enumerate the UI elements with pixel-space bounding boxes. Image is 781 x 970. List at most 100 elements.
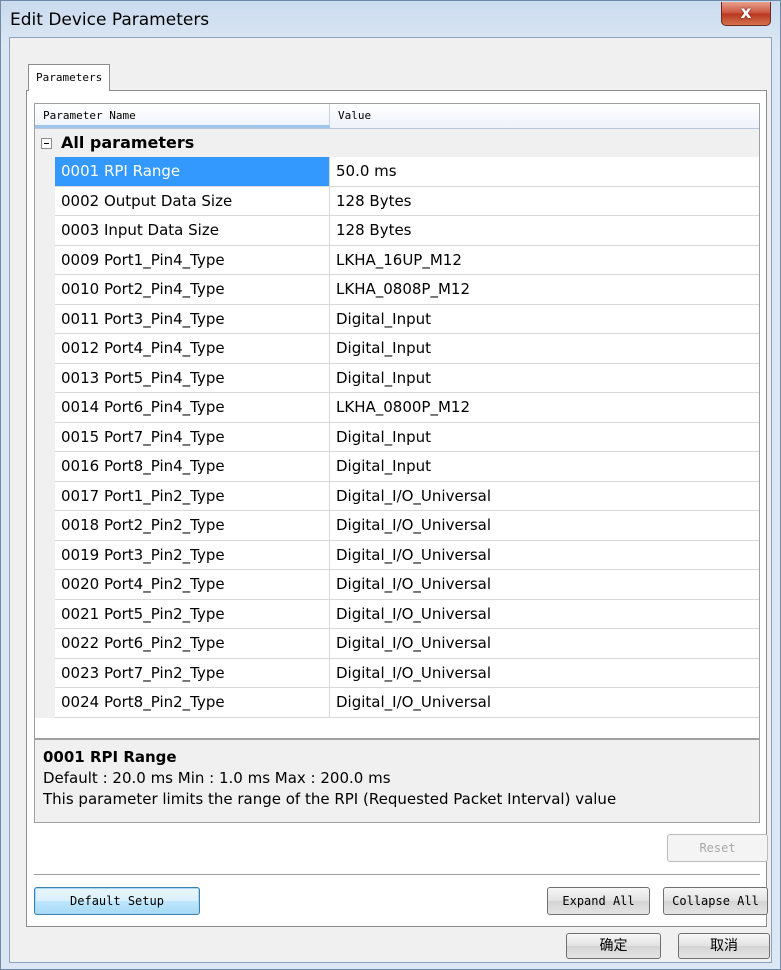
parameter-name-cell[interactable]: 0017 Port1_Pin2_Type [55,481,330,511]
description-text: This parameter limits the range of the R… [43,790,617,808]
parameter-name-cell[interactable]: 0014 Port6_Pin4_Type [55,393,330,423]
parameter-value-cell[interactable]: Digital_I/O_Universal [330,570,759,600]
group-row-all-parameters[interactable]: All parameters [35,129,759,157]
default-setup-button[interactable]: Default Setup [34,887,200,915]
row-gutter [35,186,55,216]
parameter-name-cell[interactable]: 0001 RPI Range [55,157,330,187]
grid-header: Parameter Name Value [35,104,759,129]
parameter-grid: Parameter Name Value All parameters 0001… [34,103,760,739]
collapse-all-button[interactable]: Collapse All [663,887,768,915]
table-row[interactable]: 0023 Port7_Pin2_Type Digital_I/O_Universa… [35,658,759,688]
parameter-value-cell[interactable]: Digital_Input [330,334,759,364]
parameter-value-cell[interactable]: LKHA_16UP_M12 [330,246,759,275]
row-gutter [35,481,55,511]
close-icon: x [740,3,752,23]
parameter-value-cell[interactable]: Digital_I/O_Universal [330,541,759,570]
expand-all-button[interactable]: Expand All [547,887,650,915]
table-row[interactable]: 0003 Input Data Size 128 Bytes [35,216,759,246]
table-row[interactable]: 0018 Port2_Pin2_Type Digital_I/O_Universa… [35,511,759,541]
row-gutter [35,452,55,482]
parameter-value-cell[interactable]: Digital_I/O_Universal [330,688,759,718]
table-row[interactable]: 0019 Port3_Pin2_Type Digital_I/O_Universa… [35,540,759,570]
row-gutter [35,157,55,187]
parameter-name-cell[interactable]: 0018 Port2_Pin2_Type [55,511,330,541]
row-gutter [35,599,55,629]
parameter-name-cell[interactable]: 0013 Port5_Pin4_Type [55,363,330,393]
parameter-value-cell[interactable]: 128 Bytes [330,216,759,246]
table-row[interactable]: 0016 Port8_Pin4_Type Digital_Input [35,452,759,482]
description-limits: Default : 20.0 ms Min : 1.0 ms Max : 200… [43,769,391,787]
table-row[interactable]: 0020 Port4_Pin2_Type Digital_I/O_Universa… [35,570,759,600]
row-gutter [35,570,55,600]
parameter-name-cell[interactable]: 0015 Port7_Pin4_Type [55,422,330,452]
parameter-value-cell[interactable]: Digital_Input [330,452,759,482]
separator [34,874,760,876]
title-bar[interactable]: Edit Device Parameters x [1,1,780,37]
description-title: 0001 RPI Range [43,748,177,766]
parameter-name-cell[interactable]: 0009 Port1_Pin4_Type [55,245,330,275]
parameter-name-cell[interactable]: 0016 Port8_Pin4_Type [55,452,330,482]
row-gutter [35,540,55,570]
ok-button[interactable]: 确定 [566,933,661,959]
parameter-value-cell[interactable]: Digital_I/O_Universal [330,482,759,511]
parameter-name-cell[interactable]: 0010 Port2_Pin4_Type [55,275,330,305]
row-gutter [35,422,55,452]
window-title: Edit Device Parameters [10,10,210,30]
column-header-value[interactable]: Value [330,104,759,128]
table-row[interactable]: 0014 Port6_Pin4_Type LKHA_0800P_M12 [35,393,759,423]
row-gutter [35,511,55,541]
parameter-rows: 0001 RPI Range 50.0 ms 0002 Output Data Si… [35,157,759,718]
table-row[interactable]: 0002 Output Data Size 128 Bytes [35,186,759,216]
row-gutter [35,393,55,423]
tab-parameters[interactable]: Parameters [28,64,111,91]
parameter-value-cell[interactable]: LKHA_0800P_M12 [330,393,759,423]
table-row[interactable]: 0011 Port3_Pin4_Type Digital_Input [35,304,759,334]
column-header-parameter-name[interactable]: Parameter Name [35,104,330,128]
collapse-minus-icon[interactable] [41,138,52,149]
parameter-value-cell[interactable]: Digital_I/O_Universal [330,629,759,659]
table-row[interactable]: 0015 Port7_Pin4_Type Digital_Input [35,422,759,452]
table-row[interactable]: 0012 Port4_Pin4_Type Digital_Input [35,334,759,364]
parameter-value-cell[interactable]: Digital_I/O_Universal [330,600,759,629]
parameter-value-cell[interactable]: Digital_Input [330,364,759,393]
parameter-value-cell[interactable]: 50.0 ms [330,157,759,187]
parameter-name-cell[interactable]: 0003 Input Data Size [55,216,330,246]
table-row[interactable]: 0001 RPI Range 50.0 ms [35,157,759,187]
parameter-name-cell[interactable]: 0024 Port8_Pin2_Type [55,688,330,718]
table-row[interactable]: 0017 Port1_Pin2_Type Digital_I/O_Universa… [35,481,759,511]
description-panel: 0001 RPI Range Default : 20.0 ms Min : 1… [34,739,760,823]
row-gutter [35,275,55,305]
row-gutter [35,688,55,718]
table-row[interactable]: 0010 Port2_Pin4_Type LKHA_0808P_M12 [35,275,759,305]
parameter-name-cell[interactable]: 0023 Port7_Pin2_Type [55,658,330,688]
parameter-value-cell[interactable]: Digital_I/O_Universal [330,659,759,688]
table-row[interactable]: 0024 Port8_Pin2_Type Digital_I/O_Universa… [35,688,759,718]
parameter-name-cell[interactable]: 0002 Output Data Size [55,186,330,216]
parameter-value-cell[interactable]: Digital_Input [330,305,759,334]
parameter-value-cell[interactable]: Digital_Input [330,423,759,452]
cancel-button[interactable]: 取消 [678,933,770,959]
row-gutter [35,334,55,364]
parameter-name-cell[interactable]: 0011 Port3_Pin4_Type [55,304,330,334]
table-row[interactable]: 0021 Port5_Pin2_Type Digital_I/O_Universa… [35,599,759,629]
group-label: All parameters [61,133,195,152]
reset-button[interactable]: Reset [667,834,768,862]
parameter-value-cell[interactable]: LKHA_0808P_M12 [330,275,759,305]
close-button[interactable]: x [721,2,771,26]
row-gutter [35,304,55,334]
table-row[interactable]: 0022 Port6_Pin2_Type Digital_I/O_Universa… [35,629,759,659]
parameter-name-cell[interactable]: 0012 Port4_Pin4_Type [55,334,330,364]
row-gutter [35,245,55,275]
parameter-value-cell[interactable]: Digital_I/O_Universal [330,511,759,541]
parameter-name-cell[interactable]: 0021 Port5_Pin2_Type [55,599,330,629]
row-gutter [35,629,55,659]
row-gutter [35,216,55,246]
parameter-name-cell[interactable]: 0022 Port6_Pin2_Type [55,629,330,659]
dialog-body: Parameters Parameter Name Value All para… [9,37,772,963]
parameter-value-cell[interactable]: 128 Bytes [330,187,759,216]
row-gutter [35,658,55,688]
table-row[interactable]: 0013 Port5_Pin4_Type Digital_Input [35,363,759,393]
parameter-name-cell[interactable]: 0020 Port4_Pin2_Type [55,570,330,600]
parameter-name-cell[interactable]: 0019 Port3_Pin2_Type [55,540,330,570]
table-row[interactable]: 0009 Port1_Pin4_Type LKHA_16UP_M12 [35,245,759,275]
